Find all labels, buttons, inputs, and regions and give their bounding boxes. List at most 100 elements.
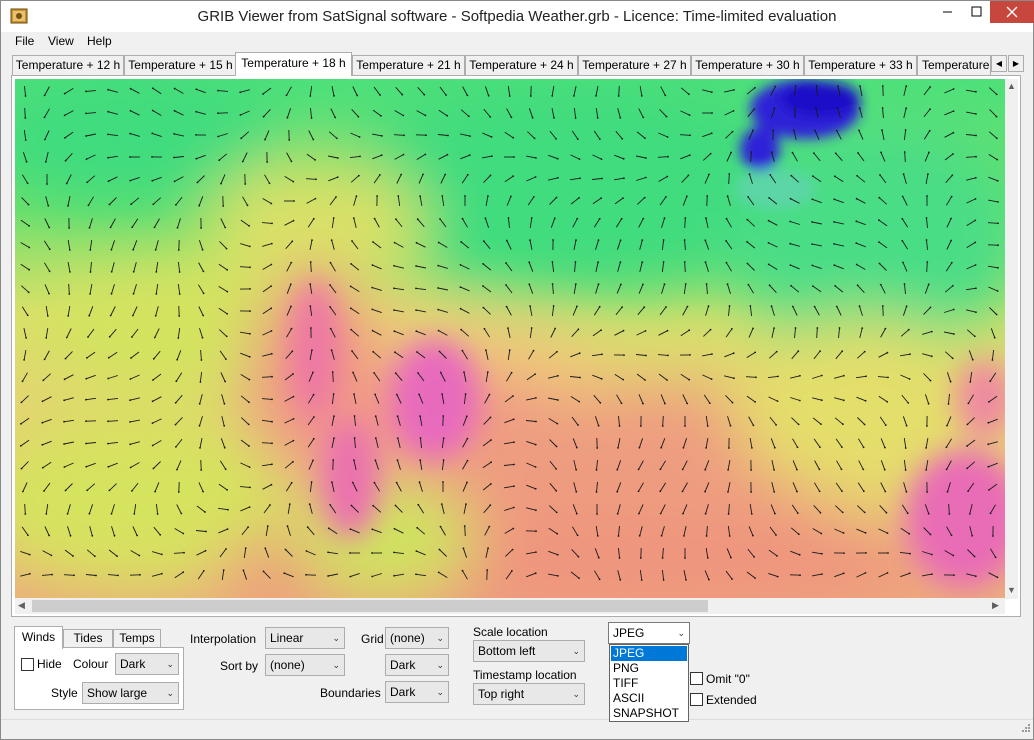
wind-arrow-head	[768, 197, 770, 199]
minimize-button[interactable]	[933, 1, 962, 23]
wind-arrow-head	[842, 532, 845, 534]
subtab-temps[interactable]: Temps	[113, 629, 161, 648]
wind-arrow-head	[907, 328, 910, 331]
wind-arrow-head	[374, 393, 376, 396]
tab-scroll-left-icon[interactable]: ◀	[991, 55, 1007, 72]
hide-winds-checkbox[interactable]	[21, 658, 34, 671]
scroll-up-icon[interactable]: ▲	[1007, 81, 1016, 91]
wind-arrow-head	[227, 508, 229, 511]
wind-arrow-head	[482, 263, 484, 265]
tab-temperature-24h[interactable]: Temperature + 24 h	[465, 55, 578, 75]
wind-arrow-head	[349, 528, 352, 530]
menu-file[interactable]: File	[13, 34, 36, 48]
wind-arrow-head	[578, 158, 581, 160]
wind-arrow-head	[687, 174, 690, 177]
map-vertical-scrollbar[interactable]: ▲ ▼	[1005, 79, 1018, 599]
menu-help[interactable]: Help	[85, 34, 114, 48]
maximize-button[interactable]	[962, 1, 991, 23]
grid-select[interactable]: (none) ⌄	[385, 627, 449, 649]
wind-arrow-head	[249, 266, 251, 269]
scroll-left-icon[interactable]: ◀	[18, 600, 25, 611]
boundaries-select[interactable]: Dark ⌄	[385, 681, 449, 703]
wind-arrow-head	[557, 176, 559, 179]
grid-colour-select[interactable]: Dark ⌄	[385, 654, 449, 676]
wind-arrow-head	[535, 157, 537, 159]
wind-arrow-head	[286, 116, 289, 119]
wind-arrow-head	[487, 94, 490, 97]
wind-arrow-head	[575, 239, 577, 242]
wind-arrow-head	[173, 180, 176, 183]
resize-grip-icon[interactable]	[1019, 723, 1031, 735]
wind-arrow-head	[556, 422, 559, 425]
wind-arrow-head	[623, 354, 625, 356]
format-option-tiff[interactable]: TIFF	[611, 676, 687, 691]
omit-zero-checkbox[interactable]	[690, 672, 703, 685]
wind-arrow-head	[271, 442, 273, 445]
wind-arrow-head	[440, 503, 443, 505]
export-format-select[interactable]: JPEG ⌄	[608, 622, 690, 644]
wind-arrow-head	[396, 415, 399, 418]
map-view[interactable]: ▲ ▼ ◀ ▶	[11, 75, 1021, 617]
format-option-ascii[interactable]: ASCII	[611, 691, 687, 706]
extended-checkbox[interactable]	[690, 693, 703, 706]
wind-arrow-head	[688, 114, 691, 116]
sortby-select[interactable]: (none) ⌄	[265, 654, 345, 676]
wind-arrow-head	[747, 283, 750, 286]
wind-arrow-head	[223, 424, 226, 427]
omit-zero-label: Omit "0"	[706, 672, 750, 686]
wind-arrow-head	[819, 511, 822, 514]
tab-temperature-21h[interactable]: Temperature + 21 h	[352, 55, 465, 75]
wind-arrow-head	[248, 466, 251, 468]
tab-scroll-right-icon[interactable]: ▶	[1008, 55, 1024, 72]
menu-view[interactable]: View	[46, 34, 76, 48]
wind-arrow-head	[863, 350, 866, 353]
wind-arrow-head	[686, 305, 689, 308]
timestamp-location-select[interactable]: Top right ⌄	[473, 683, 585, 705]
wind-arrow-head	[269, 504, 271, 506]
tab-temperature-33h[interactable]: Temperature + 33 h	[804, 55, 917, 75]
wind-arrow-head	[974, 241, 977, 244]
tab-temperature-30h[interactable]: Temperature + 30 h	[691, 55, 804, 75]
format-option-jpeg[interactable]: JPEG	[611, 646, 687, 661]
scroll-down-icon[interactable]: ▼	[1007, 585, 1016, 595]
wind-arrow-head	[619, 239, 622, 242]
tab-temperature-15h[interactable]: Temperature + 15 h	[124, 55, 237, 75]
subtab-winds[interactable]: Winds	[14, 626, 63, 649]
wind-arrow-head	[63, 92, 66, 95]
wind-arrow-head	[176, 468, 178, 471]
interpolation-select[interactable]: Linear ⌄	[265, 627, 345, 649]
scale-location-select[interactable]: Bottom left ⌄	[473, 640, 585, 662]
wind-arrow-head	[292, 373, 294, 375]
horizontal-scroll-thumb[interactable]	[32, 600, 708, 612]
wind-arrow-head	[373, 372, 375, 374]
wind-arrow-head	[975, 287, 977, 290]
wind-style-select[interactable]: Show large ⌄	[82, 682, 179, 704]
wind-arrow-head	[819, 446, 821, 448]
format-option-png[interactable]: PNG	[611, 661, 687, 676]
wind-colour-select[interactable]: Dark ⌄	[115, 653, 179, 675]
wind-arrow-head	[491, 155, 493, 157]
wind-arrow-head	[597, 424, 600, 427]
wind-arrow-head	[25, 160, 28, 163]
tab-temperature-27h[interactable]: Temperature + 27 h	[578, 55, 691, 75]
wind-arrow-head	[600, 197, 602, 200]
subtab-tides[interactable]: Tides	[63, 629, 113, 648]
tab-temperature-18h[interactable]: Temperature + 18 h	[235, 52, 352, 76]
wind-arrow-head	[202, 314, 205, 317]
wind-arrow-head	[579, 177, 581, 180]
wind-arrow-head	[974, 198, 977, 200]
wind-arrow-head	[704, 239, 707, 242]
wind-arrow-head	[87, 336, 89, 338]
scroll-right-icon[interactable]: ▶	[992, 600, 999, 611]
format-option-snapshot[interactable]: SNAPSHOT	[611, 706, 687, 721]
tab-temperature-12h[interactable]: Temperature + 12 h	[12, 55, 124, 75]
wind-arrow-head	[380, 154, 383, 157]
wind-arrow-head	[663, 217, 666, 220]
wind-arrow-head	[776, 555, 778, 557]
temperature-map[interactable]	[15, 79, 1005, 598]
wind-arrow-head	[666, 136, 669, 138]
map-horizontal-scrollbar[interactable]: ◀ ▶	[15, 598, 1005, 614]
wind-arrow-head	[662, 579, 665, 581]
tab-temperature-36h[interactable]: Temperature + 36 h	[917, 55, 991, 75]
close-button[interactable]	[990, 1, 1034, 23]
